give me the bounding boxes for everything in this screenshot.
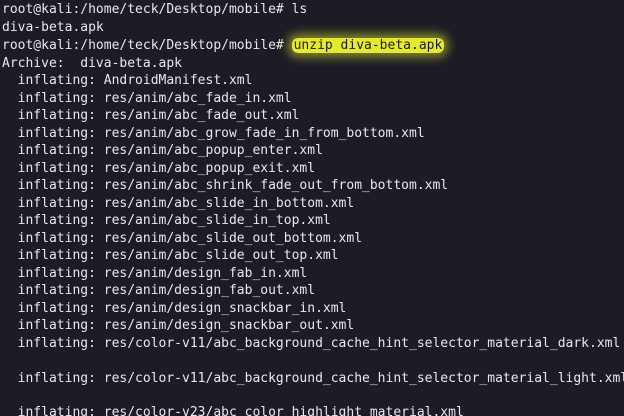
output-line: inflating: res/color-v11/abc_background_… — [2, 336, 621, 351]
output-line: inflating: res/anim/design_fab_out.xml — [2, 283, 316, 298]
prompt-line-unzip: root@kali:/home/teck/Desktop/mobile# unz… — [2, 37, 445, 54]
output-line: inflating: res/anim/abc_fade_out.xml — [2, 108, 300, 123]
output-line: inflating: res/anim/abc_slide_out_bottom… — [2, 231, 363, 246]
output-line: inflating: res/anim/abc_popup_exit.xml — [2, 161, 316, 176]
highlighted-command: unzip diva-beta.apk — [291, 38, 445, 53]
output-line: inflating: AndroidManifest.xml — [2, 73, 253, 88]
output-line: inflating: res/anim/abc_grow_fade_in_fro… — [2, 126, 425, 141]
output-line: inflating: res/anim/abc_slide_out_top.xm… — [2, 248, 339, 263]
output-line: inflating: res/anim/abc_slide_in_top.xml — [2, 213, 331, 228]
output-line: inflating: res/anim/abc_fade_in.xml — [2, 91, 292, 106]
output-line: Archive: diva-beta.apk — [2, 56, 183, 71]
prompt-line-ls: root@kali:/home/teck/Desktop/mobile# ls — [2, 2, 308, 17]
terminal-output[interactable]: root@kali:/home/teck/Desktop/mobile# ls … — [0, 0, 624, 416]
output-line: diva-beta.apk — [2, 20, 104, 35]
output-line: inflating: res/anim/design_snackbar_in.x… — [2, 301, 347, 316]
output-line: inflating: res/anim/design_fab_in.xml — [2, 266, 308, 281]
output-line: inflating: res/anim/abc_popup_enter.xml — [2, 143, 323, 158]
output-line: inflating: res/anim/abc_shrink_fade_out_… — [2, 178, 449, 193]
prompt-text: root@kali:/home/teck/Desktop/mobile# — [2, 38, 292, 53]
output-line: inflating: res/anim/abc_slide_in_bottom.… — [2, 196, 355, 211]
output-line: inflating: res/anim/design_snackbar_out.… — [2, 318, 355, 333]
output-line: inflating: res/color-v23/abc_color_highl… — [2, 405, 464, 416]
output-line: inflating: res/color-v11/abc_background_… — [2, 371, 624, 386]
